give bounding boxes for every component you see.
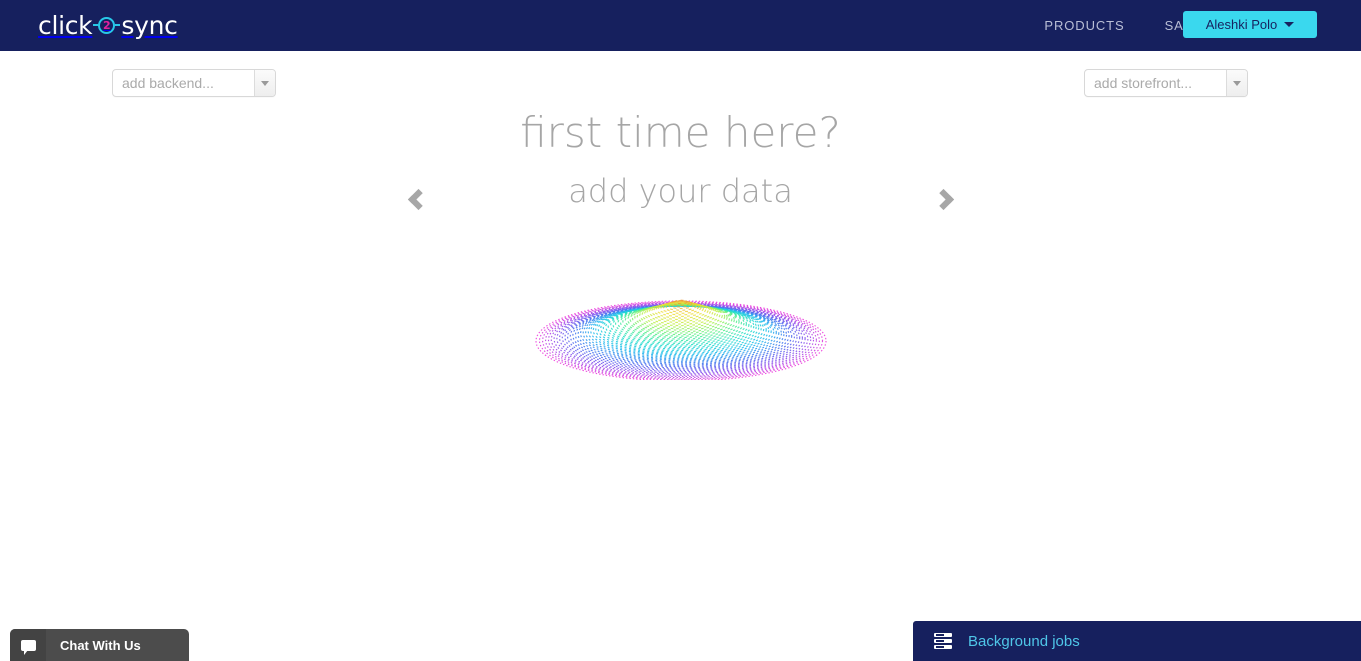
chevron-down-icon <box>1284 22 1295 27</box>
caret-down-icon <box>261 80 269 86</box>
carousel-next-button[interactable] <box>924 176 968 222</box>
server-stack-bar <box>934 639 952 643</box>
nav-link-products[interactable]: PRODUCTS <box>1044 18 1124 33</box>
brand-circle-badge: 2 <box>98 16 116 34</box>
hero-title: first time here? <box>520 108 841 157</box>
loading-spinner-graphic <box>535 299 827 380</box>
add-backend-placeholder: add backend... <box>122 75 214 91</box>
user-menu-label: Aleshki Polo <box>1205 17 1278 32</box>
server-stack-bar <box>934 645 952 649</box>
add-storefront-select[interactable]: add storefront... <box>1084 69 1248 97</box>
add-storefront-placeholder: add storefront... <box>1094 75 1193 91</box>
carousel-prev-button[interactable] <box>394 176 438 222</box>
brand-dash-right <box>115 24 121 26</box>
loading-spinner <box>535 296 827 380</box>
add-backend-select[interactable]: add backend... <box>112 69 276 97</box>
hero-section: first time here? add your data <box>0 108 1361 211</box>
server-stack-icon <box>934 633 952 649</box>
background-jobs-panel[interactable]: Background jobs <box>913 621 1361 661</box>
brand-badge-group: 2 <box>93 16 121 34</box>
server-stack-bar <box>934 633 952 637</box>
chat-icon-container <box>10 629 46 661</box>
brand-text-first: click <box>38 10 93 40</box>
chevron-right-icon <box>932 188 955 210</box>
add-storefront-dropdown-arrow[interactable] <box>1226 70 1247 96</box>
brand-logo[interactable]: click 2 sync <box>38 9 178 41</box>
brand-text-second: sync <box>121 10 178 40</box>
caret-down-icon <box>1233 80 1241 86</box>
user-menu-button[interactable]: Aleshki Polo <box>1183 11 1317 38</box>
add-backend-dropdown-arrow[interactable] <box>254 70 275 96</box>
chat-bubble-icon <box>20 639 36 655</box>
chat-with-us-label: Chat With Us <box>60 637 141 653</box>
hero-subtitle: add your data <box>568 172 793 211</box>
background-jobs-label: Background jobs <box>968 632 1080 650</box>
chat-with-us-widget[interactable]: Chat With Us <box>10 629 189 661</box>
top-navbar: click 2 sync PRODUCTS SALES Aleshki Polo <box>0 0 1361 51</box>
chevron-left-icon <box>407 188 430 210</box>
